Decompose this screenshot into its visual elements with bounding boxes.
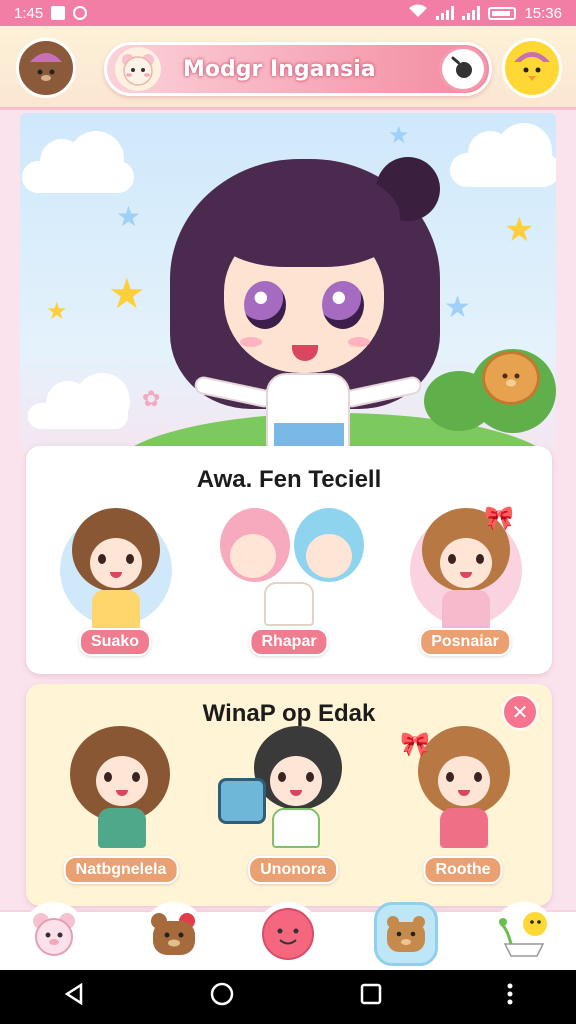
star-icon: ★ bbox=[108, 269, 146, 318]
status-time: 1:45 bbox=[14, 4, 44, 22]
hero-banner: ★ ★ ★ ★ ★ ★ ✿ bbox=[20, 113, 556, 453]
character-card-1: Awa. Fen Teciell Suako Rhapar 🎀 Posnaiar bbox=[26, 446, 552, 674]
character-posnaiar[interactable]: 🎀 Posnaiar bbox=[400, 504, 530, 656]
character-name: Roothe bbox=[423, 856, 503, 884]
smiley-ball-icon[interactable] bbox=[256, 902, 320, 966]
tree-bear-icon bbox=[482, 351, 540, 405]
bow-icon: 🎀 bbox=[484, 504, 514, 532]
status-bar: 1:45 15:36 bbox=[0, 0, 576, 26]
character-outfit bbox=[92, 590, 140, 630]
frying-pan-icon[interactable] bbox=[439, 46, 487, 92]
app-title: Modgr Ingansia bbox=[183, 57, 376, 82]
mascot-eye-left bbox=[244, 281, 286, 329]
star-icon: ★ bbox=[116, 200, 142, 233]
home-icon[interactable] bbox=[210, 982, 234, 1013]
star-icon: ★ bbox=[46, 297, 68, 325]
chibi-mascot bbox=[170, 123, 440, 453]
title-pill: Modgr Ingansia bbox=[104, 42, 492, 96]
chick-plant-icon[interactable] bbox=[492, 902, 556, 966]
star-icon: ★ bbox=[504, 210, 535, 250]
character-face bbox=[230, 534, 276, 578]
character-eyes bbox=[98, 554, 134, 564]
character-name: Suako bbox=[78, 628, 152, 656]
character-outfit bbox=[98, 808, 146, 848]
bear-active-icon[interactable] bbox=[374, 902, 438, 966]
character-name: Natbgnelela bbox=[63, 856, 179, 884]
character-eyes bbox=[448, 554, 484, 564]
star-icon: ★ bbox=[444, 290, 471, 325]
brown-bear-icon[interactable] bbox=[142, 902, 206, 966]
character-name: Unonora bbox=[248, 856, 338, 884]
mascot-eye-right bbox=[322, 281, 364, 329]
pink-bear-icon bbox=[115, 47, 161, 91]
bottom-nav bbox=[0, 902, 576, 970]
character-eyes bbox=[104, 772, 140, 782]
character-outfit bbox=[440, 808, 488, 848]
character-face-2 bbox=[306, 534, 352, 578]
yellow-chick-icon[interactable] bbox=[502, 38, 562, 98]
wifi-icon bbox=[408, 4, 428, 22]
toast-plushie bbox=[264, 582, 314, 626]
character-natbgnelela[interactable]: Natbgnelela bbox=[56, 722, 186, 884]
character-outfit bbox=[272, 808, 320, 848]
camera-icon bbox=[218, 778, 266, 824]
more-options-icon[interactable] bbox=[507, 982, 513, 1012]
character-suako[interactable]: Suako bbox=[50, 504, 180, 656]
system-nav-bar bbox=[0, 970, 576, 1024]
character-rhapar[interactable]: Rhapar bbox=[214, 504, 364, 656]
status-clock: 15:36 bbox=[524, 4, 562, 22]
signal-2-icon bbox=[462, 6, 481, 20]
character-eyes bbox=[278, 772, 314, 782]
bear-with-pink-hat-icon[interactable] bbox=[16, 38, 76, 98]
status-left: 1:45 bbox=[14, 4, 88, 22]
back-icon[interactable] bbox=[63, 982, 85, 1012]
character-name: Posnaiar bbox=[419, 628, 511, 656]
notification-icon bbox=[51, 6, 66, 20]
signal-icon bbox=[436, 6, 455, 20]
battery-icon bbox=[488, 6, 517, 20]
status-right: 15:36 bbox=[408, 4, 562, 22]
recents-icon[interactable] bbox=[360, 982, 382, 1012]
flower-icon: ✿ bbox=[142, 387, 161, 412]
character-roothe[interactable]: 🎀 Roothe bbox=[398, 722, 528, 884]
character-outfit bbox=[442, 590, 490, 630]
cloud-icon bbox=[22, 131, 134, 193]
mascot-blush-left bbox=[240, 337, 262, 347]
card-1-title: Awa. Fen Teciell bbox=[196, 466, 382, 493]
character-unonora[interactable]: Unonora bbox=[218, 722, 368, 884]
bow-icon: 🎀 bbox=[400, 730, 430, 758]
app-header: Modgr Ingansia bbox=[0, 26, 576, 110]
cloud-face-icon bbox=[450, 123, 556, 187]
character-card-2: WinaP op Edak ✕ Natbgnelela Unonora 🎀 Ro… bbox=[26, 684, 552, 906]
character-eyes bbox=[446, 772, 482, 782]
cloud-icon bbox=[28, 373, 130, 429]
mascot-blush-right bbox=[348, 337, 370, 347]
g-notification-icon bbox=[73, 6, 88, 20]
pink-bear-icon[interactable] bbox=[22, 902, 86, 966]
character-name: Rhapar bbox=[249, 628, 329, 656]
mascot-fringe bbox=[210, 167, 400, 267]
